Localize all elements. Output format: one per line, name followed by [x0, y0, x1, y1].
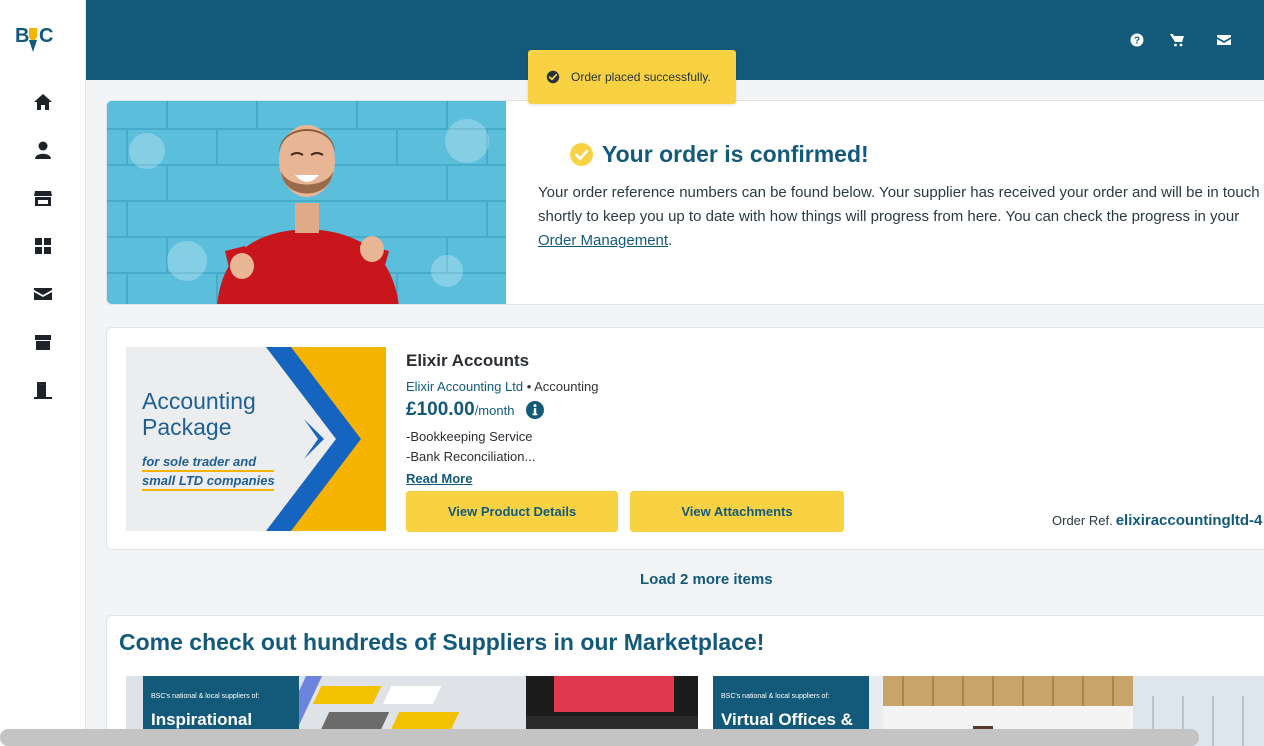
- product-image[interactable]: Accounting Package for sole trader and s…: [126, 347, 386, 531]
- product-image-title-2: Package: [142, 414, 232, 440]
- price-value: £100.00: [406, 399, 475, 420]
- promo-heading: Virtual Offices &: [721, 710, 853, 729]
- success-toast: Order placed successfully.: [528, 50, 736, 104]
- order-reference: Order Ref. elixiraccountingltd-4: [1052, 512, 1262, 529]
- help-icon: ?: [1130, 33, 1144, 47]
- product-feature: -Bank Reconciliation...: [406, 449, 536, 464]
- sidebar-item-dashboard[interactable]: [28, 231, 58, 261]
- marketplace-promo-section: Come check out hundreds of Suppliers in …: [106, 615, 1264, 746]
- product-feature: -Bookkeeping Service: [406, 429, 533, 444]
- meta-separator: •: [523, 379, 535, 394]
- confirmation-title: Your order is confirmed!: [570, 141, 869, 168]
- marketplace-title: Come check out hundreds of Suppliers in …: [119, 629, 765, 655]
- product-image-subtitle-2: small LTD companies: [142, 473, 275, 488]
- bsc-logo[interactable]: B C: [14, 22, 60, 56]
- product-meta: Elixir Accounting Ltd • Accounting: [406, 379, 598, 394]
- product-category: Accounting: [534, 379, 599, 394]
- check-circle-icon: [570, 143, 593, 166]
- image-underline: [142, 489, 274, 491]
- image-underline: [142, 470, 274, 472]
- svg-text:?: ?: [1134, 36, 1140, 47]
- user-icon: [35, 141, 51, 159]
- sidebar-item-home[interactable]: [28, 87, 58, 117]
- order-management-link[interactable]: Order Management: [538, 232, 668, 249]
- sidebar-item-profile[interactable]: [28, 135, 58, 165]
- view-product-details-button[interactable]: View Product Details: [406, 491, 618, 532]
- cart-button[interactable]: [1168, 31, 1186, 49]
- check-circle-icon: [546, 70, 560, 84]
- confirmation-message-text: Your order reference numbers can be foun…: [538, 184, 1260, 225]
- product-image-subtitle-1: for sole trader and: [142, 454, 257, 469]
- cart-icon: [1170, 34, 1184, 47]
- envelope-icon: [34, 288, 52, 300]
- order-ref-label: Order Ref.: [1052, 513, 1113, 528]
- celebration-hero-image: [107, 101, 506, 304]
- box-icon: [35, 335, 51, 350]
- read-more-link[interactable]: Read More: [406, 471, 472, 486]
- grid-icon: [35, 238, 51, 254]
- promo-caption: BSC's national & local suppliers of:: [721, 693, 830, 700]
- load-more-button[interactable]: Load 2 more items: [640, 571, 773, 588]
- order-ref-value: elixiraccountingltd-4: [1115, 512, 1263, 529]
- confirmation-message-end: .: [668, 232, 673, 249]
- info-icon[interactable]: [526, 401, 545, 419]
- promo-caption: BSC's national & local suppliers of:: [151, 693, 260, 700]
- sidebar-item-orders[interactable]: [28, 327, 58, 357]
- confirmation-message: Your order reference numbers can be foun…: [538, 181, 1264, 253]
- price-unit: /month: [474, 403, 515, 418]
- product-price: £100.00 /month: [406, 399, 545, 421]
- home-icon: [34, 94, 52, 110]
- help-button[interactable]: ?: [1128, 31, 1146, 49]
- confirmation-title-text: Your order is confirmed!: [602, 141, 869, 167]
- product-image-title-1: Accounting: [142, 388, 256, 414]
- horizontal-scrollbar[interactable]: [0, 729, 1199, 746]
- svg-text:C: C: [39, 25, 53, 47]
- mail-icon: [1217, 35, 1231, 45]
- mail-button[interactable]: [1215, 31, 1233, 49]
- store-icon: [34, 191, 52, 206]
- sidebar: B C: [0, 0, 86, 746]
- promo-heading: Inspirational: [151, 710, 253, 729]
- sidebar-item-messages[interactable]: [28, 279, 58, 309]
- order-item-card: Accounting Package for sole trader and s…: [106, 327, 1264, 550]
- sidebar-item-logout[interactable]: [28, 375, 58, 405]
- door-exit-icon: [34, 382, 52, 399]
- sidebar-item-marketplace[interactable]: [28, 183, 58, 213]
- order-confirmation-card: Your order is confirmed! Your order refe…: [106, 100, 1264, 305]
- view-attachments-button[interactable]: View Attachments: [630, 491, 844, 532]
- svg-text:B: B: [15, 25, 29, 47]
- supplier-name[interactable]: Elixir Accounting Ltd: [406, 379, 523, 394]
- toast-message: Order placed successfully.: [571, 70, 711, 84]
- product-name: Elixir Accounts: [406, 351, 530, 370]
